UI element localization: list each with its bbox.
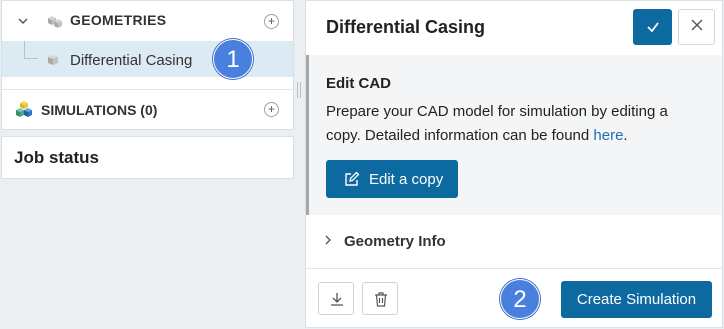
geometry-info-section[interactable]: Geometry Info (306, 215, 722, 269)
close-button[interactable] (678, 9, 715, 45)
close-icon (691, 19, 702, 31)
download-icon (331, 293, 343, 306)
simulations-label: SIMULATIONS (0) (41, 102, 158, 118)
step-badge-2: 2 (500, 279, 540, 319)
cube-stack-icon (44, 12, 64, 30)
trash-icon (375, 292, 387, 307)
geometry-info-label: Geometry Info (344, 233, 446, 250)
project-tree: GEOMETRIES + Differential Casing 1 SIMUL… (1, 0, 294, 130)
panel-splitter-handle[interactable] (297, 82, 301, 98)
job-status-label: Job status (14, 148, 100, 167)
chevron-down-icon[interactable] (16, 14, 30, 28)
add-simulation-button[interactable]: + (264, 102, 279, 117)
add-geometry-button[interactable]: + (264, 14, 279, 29)
download-button[interactable] (318, 282, 354, 315)
chevron-right-icon (323, 234, 333, 249)
help-link[interactable]: here (593, 127, 623, 144)
tree-guide-line (24, 41, 38, 59)
edit-copy-button[interactable]: Edit a copy (326, 160, 458, 198)
edit-cad-heading: Edit CAD (326, 75, 391, 92)
edit-cad-section: Edit CAD Prepare your CAD model for simu… (306, 55, 722, 215)
colored-cubes-icon (14, 100, 34, 118)
create-simulation-button[interactable]: Create Simulation (561, 281, 712, 318)
simulations-header[interactable]: SIMULATIONS (0) + (2, 89, 293, 129)
geometries-header[interactable]: GEOMETRIES + (2, 1, 293, 41)
edit-copy-label: Edit a copy (369, 171, 444, 188)
edit-cad-description: Prepare your CAD model for simulation by… (326, 100, 701, 148)
step-badge-1: 1 (213, 39, 253, 79)
edit-cad-description-end: . (623, 127, 628, 144)
detail-title: Differential Casing (326, 17, 486, 37)
detail-footer: 2 Create Simulation (306, 269, 722, 329)
edit-pencil-icon (344, 171, 360, 187)
cube-icon (44, 50, 62, 68)
check-icon (646, 22, 659, 33)
geometry-item-label: Differential Casing (70, 52, 193, 69)
geometry-detail-panel: Differential Casing Edit CAD Prepare you… (305, 0, 723, 328)
delete-button[interactable] (362, 282, 398, 315)
job-status-panel[interactable]: Job status (1, 136, 294, 179)
geometries-label: GEOMETRIES (70, 12, 167, 28)
confirm-button[interactable] (633, 9, 672, 45)
